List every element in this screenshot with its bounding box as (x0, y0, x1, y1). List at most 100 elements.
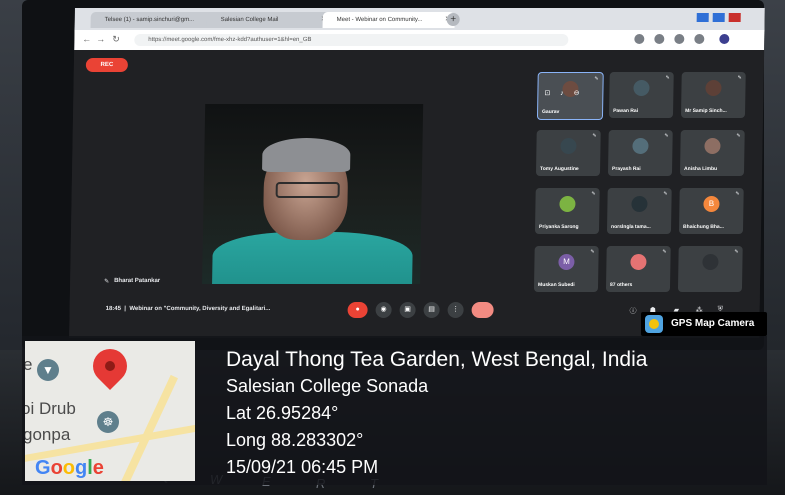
mini-map: e oi Drub gonpa ▼ ☸ Google (25, 341, 195, 481)
gps-info-panel: e oi Drub gonpa ▼ ☸ Google Dayal Thong T… (22, 336, 767, 485)
map-label: oi Drub (25, 399, 76, 418)
present-button[interactable]: ▤ (423, 302, 440, 318)
participant-tile[interactable]: ✎ Priyanka Sarong (534, 188, 600, 234)
rec-badge: REC (85, 58, 129, 72)
forward-icon[interactable]: → (96, 34, 105, 44)
map-label: e (25, 355, 33, 374)
participant-tile[interactable]: ✎ Tomy Augustine (535, 130, 601, 176)
map-pin-dot (105, 361, 115, 371)
participant-name: Pawan Rai (613, 108, 639, 114)
location-arrow-icon: ▼ (37, 359, 59, 381)
mic-off-icon: ✎ (662, 249, 667, 255)
address-bar-row: ← → ↻ https://meet.google.com/fme-xhz-kd… (74, 30, 765, 50)
meet-window: REC ✎ Bharat Patankar ✎ ⊡ ♪ ⊖ Gaurav ✎ Pawan… (69, 50, 765, 338)
participant-tile[interactable]: ✎ norslngla tama... (606, 188, 672, 234)
maximize-button[interactable] (712, 13, 725, 22)
participant-name: Gaurav (542, 109, 560, 115)
mic-off-icon: ✎ (737, 75, 742, 81)
location-title: Dayal Thong Tea Garden, West Bengal, Ind… (226, 348, 648, 371)
meeting-time: 18:45 | Webinar on "Community, Diversity… (105, 306, 271, 312)
camera-button[interactable]: ◉ (375, 302, 392, 318)
mic-off-icon: ✎ (594, 76, 599, 82)
participant-name: Mr Samip Sinch... (685, 108, 727, 114)
browser-tab-strip: Telsee (1) - samip.sinchuri@gm...✕ Sales… (74, 8, 765, 30)
mic-button[interactable]: ● (347, 302, 368, 318)
latitude: Lat 26.95284° (226, 403, 339, 423)
avatar (633, 80, 650, 96)
rec-label: REC (100, 62, 114, 68)
laptop-screen: Telsee (1) - samip.sinchuri@gm...✕ Sales… (69, 8, 765, 338)
participant-name: Priyanka Sarong (539, 224, 579, 230)
place-name: Salesian College Sonada (226, 376, 429, 396)
mic-off-icon: ✎ (592, 133, 597, 139)
time-value: 18:45 (105, 306, 122, 312)
participant-tile[interactable]: ✎ Anisha Limbu (679, 130, 745, 176)
minimize-button[interactable] (696, 13, 709, 22)
tab-label: Salesian College Mail (220, 17, 279, 23)
mic-off-icon: ✎ (663, 191, 668, 197)
avatar (560, 138, 577, 154)
avatar (705, 80, 722, 96)
avatar (702, 254, 719, 270)
participant-tile[interactable]: ✎ Pawan Rai (608, 72, 674, 118)
captions-button[interactable]: ▣ (399, 302, 416, 318)
extension-icon[interactable] (694, 34, 705, 44)
participant-tile[interactable]: ✎ (677, 246, 743, 292)
participant-name: Muskan Subedi (537, 282, 575, 288)
longitude: Long 88.283302° (226, 430, 364, 450)
info-icon[interactable]: ⓘ (630, 306, 637, 316)
browser-tab-3[interactable]: Meet - Webinar on Community...✕ (322, 12, 455, 28)
participant-name: norslngla tama... (611, 224, 651, 230)
participant-tile[interactable]: ✎ 87 others (605, 246, 671, 292)
close-window-button[interactable] (728, 13, 741, 22)
participant-name: Bhaichung Bha... (683, 224, 724, 230)
google-logo: Google (35, 457, 104, 479)
avatar (559, 196, 576, 212)
participant-name: Tomy Augustine (540, 166, 579, 172)
self-tile-controls[interactable]: ⊡ ♪ ⊖ (544, 89, 583, 97)
gps-brand: GPS Map Camera (671, 318, 755, 329)
gps-camera-icon (645, 315, 663, 333)
meeting-title: Webinar on "Community, Diversity and Ega… (129, 306, 271, 312)
map-label: gonpa (25, 425, 71, 444)
url-field[interactable]: https://meet.google.com/fme-xhz-kdd?auth… (134, 34, 569, 46)
tab-label: Telsee (1) - samip.sinchuri@gm... (104, 17, 195, 23)
avatar (630, 254, 647, 270)
datetime: 15/09/21 06:45 PM (226, 457, 379, 477)
active-speaker-video[interactable] (202, 104, 424, 284)
reload-icon[interactable]: ↻ (112, 34, 120, 45)
profile-avatar[interactable] (719, 34, 730, 44)
extension-icon[interactable] (634, 34, 645, 44)
captions-icon: ▣ (404, 306, 411, 313)
participant-tile[interactable]: B ✎ Bhaichung Bha... (678, 188, 744, 234)
present-icon: ▤ (428, 306, 435, 313)
avatar (631, 196, 648, 212)
participant-tile[interactable]: M ✎ Muskan Subedi (533, 246, 599, 292)
participant-tile[interactable]: ✎ Mr Samip Sinch... (680, 72, 746, 118)
participant-name: 87 others (609, 282, 633, 288)
extension-icon[interactable] (674, 34, 685, 44)
mic-off-icon: ✎ (591, 191, 596, 197)
mic-off-icon: ✎ (736, 133, 741, 139)
more-options-button[interactable]: ⋮ (447, 302, 464, 318)
back-icon[interactable]: ← (82, 34, 91, 44)
extension-icon[interactable] (654, 34, 665, 44)
photo: Telsee (1) - samip.sinchuri@gm...✕ Sales… (0, 0, 785, 495)
map-road (120, 374, 178, 481)
participant-name: Anisha Limbu (684, 166, 718, 172)
participant-tile[interactable]: ✎ Prayash Rai (607, 130, 673, 176)
hangup-button[interactable] (471, 302, 494, 318)
pin-icon: ✎ (104, 279, 110, 285)
avatar: B (703, 196, 720, 212)
gps-camera-badge: GPS Map Camera (641, 312, 767, 336)
mic-off-icon: ✎ (590, 249, 595, 255)
speaker-hair (262, 138, 351, 172)
participant-tile[interactable]: ✎ ⊡ ♪ ⊖ Gaurav (536, 72, 604, 120)
browser-tab-2[interactable]: Salesian College Mail✕ (206, 12, 331, 28)
new-tab-button[interactable]: + (446, 13, 460, 26)
browser-tab-1[interactable]: Telsee (1) - samip.sinchuri@gm...✕ (90, 12, 217, 28)
dharma-wheel-icon: ☸ (97, 411, 119, 433)
mic-off-icon: ✎ (735, 191, 740, 197)
gps-text-block: Dayal Thong Tea Garden, West Bengal, Ind… (226, 348, 647, 484)
avatar (632, 138, 649, 154)
